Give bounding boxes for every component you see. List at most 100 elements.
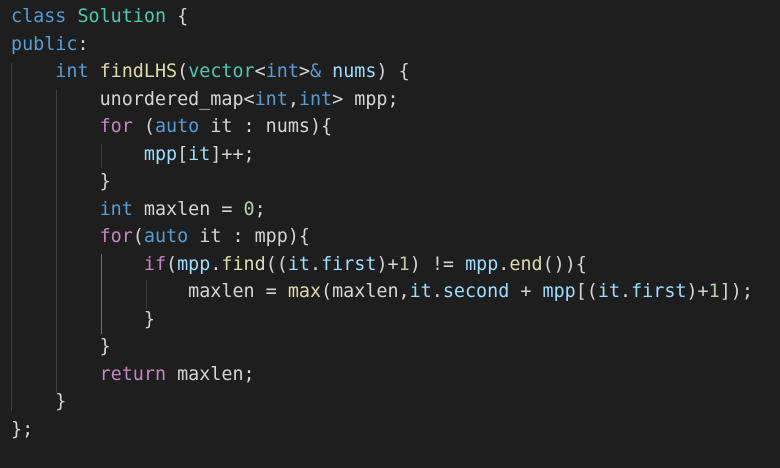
token-code-text: ( bbox=[132, 226, 144, 247]
token-code-text: )+ bbox=[376, 253, 399, 275]
token-keyword: int bbox=[99, 198, 133, 220]
token-control-keyword: if bbox=[143, 253, 167, 275]
token-code-text: . bbox=[310, 253, 322, 275]
token-code-text: ) != bbox=[409, 253, 466, 275]
token-code-text: } bbox=[11, 308, 155, 330]
code-line[interactable]: } bbox=[11, 168, 111, 196]
token-keyword: & bbox=[310, 61, 322, 82]
token-variable: it bbox=[409, 281, 432, 302]
code-line[interactable]: } bbox=[11, 388, 66, 416]
token-variable: nums bbox=[332, 61, 377, 82]
token-variable: mpp bbox=[542, 281, 576, 302]
token-code-text: [( bbox=[575, 281, 598, 302]
token-number-literal: 1 bbox=[708, 281, 720, 302]
token-code-text: maxlen = bbox=[11, 281, 288, 302]
token-code-text bbox=[11, 364, 100, 385]
token-code-text: . bbox=[498, 253, 510, 275]
token-code-text bbox=[11, 226, 100, 247]
token-code-text: + bbox=[509, 281, 543, 302]
code-line[interactable]: unordered_map<int,int> mpp; bbox=[11, 86, 399, 114]
token-code-text: (( bbox=[265, 253, 288, 275]
token-code-text: < bbox=[254, 61, 266, 82]
code-line[interactable]: int maxlen = 0; bbox=[11, 196, 266, 224]
token-code-text: > bbox=[298, 61, 310, 82]
token-code-text bbox=[11, 144, 144, 165]
token-code-text bbox=[321, 61, 332, 82]
token-number-literal: 0 bbox=[243, 198, 255, 220]
token-code-text: maxlen; bbox=[166, 363, 255, 385]
token-number-literal: 1 bbox=[398, 253, 410, 275]
code-line[interactable]: for(auto it : mpp){ bbox=[11, 223, 310, 251]
token-function-name: find bbox=[221, 253, 266, 275]
token-keyword: int bbox=[55, 61, 89, 82]
token-code-text: } bbox=[11, 391, 67, 412]
code-line[interactable]: }; bbox=[11, 416, 33, 444]
token-code-text: . bbox=[620, 281, 632, 302]
code-line[interactable]: if(mpp.find((it.first)+1) != mpp.end()){ bbox=[11, 251, 587, 279]
token-code-text: ; bbox=[254, 198, 266, 220]
token-variable: it bbox=[287, 253, 311, 275]
code-line[interactable]: int findLHS(vector<int>& nums) { bbox=[11, 58, 410, 86]
token-control-keyword: return bbox=[99, 363, 167, 385]
token-code-text: } bbox=[11, 171, 111, 192]
token-code-text: > mpp; bbox=[332, 88, 399, 110]
token-variable: first bbox=[321, 253, 377, 275]
token-code-text: it : mpp){ bbox=[188, 226, 310, 247]
code-line[interactable]: return maxlen; bbox=[11, 361, 255, 389]
token-type-name: vector bbox=[188, 61, 255, 82]
token-code-text: )+ bbox=[686, 281, 709, 302]
code-editor[interactable]: class Solution {public: int findLHS(vect… bbox=[0, 0, 780, 468]
token-function-name: findLHS bbox=[99, 61, 178, 82]
token-code-text: ]); bbox=[719, 281, 753, 302]
token-code-text: ()){ bbox=[542, 253, 587, 275]
token-control-keyword: for bbox=[99, 116, 133, 137]
token-code-text bbox=[89, 61, 100, 82]
token-code-text: , bbox=[287, 88, 299, 110]
token-code-text: it : nums){ bbox=[199, 116, 333, 137]
token-code-text: } bbox=[11, 336, 111, 357]
token-keyword: public bbox=[11, 33, 78, 55]
token-keyword: int bbox=[254, 88, 288, 110]
code-line[interactable]: maxlen = max(maxlen,it.second + mpp[(it.… bbox=[11, 278, 753, 306]
token-code-text bbox=[11, 61, 55, 82]
token-variable: mpp bbox=[465, 253, 499, 275]
token-variable: mpp bbox=[177, 253, 211, 275]
token-code-text bbox=[11, 116, 100, 137]
token-code-text: ( bbox=[166, 253, 178, 275]
token-variable: it bbox=[597, 281, 621, 302]
token-code-text bbox=[11, 199, 100, 220]
token-control-keyword: for bbox=[99, 226, 133, 247]
token-code-text: . bbox=[431, 281, 443, 302]
token-keyword: int bbox=[265, 61, 299, 82]
token-code-text bbox=[66, 6, 77, 27]
token-code-text: unordered_map< bbox=[11, 88, 255, 110]
token-code-text bbox=[11, 254, 144, 275]
token-code-text: ( bbox=[132, 116, 155, 137]
token-function-name: end bbox=[509, 253, 543, 275]
token-code-text: ]++; bbox=[210, 143, 255, 165]
token-variable: it bbox=[188, 143, 211, 165]
token-code-text: . bbox=[210, 253, 222, 275]
code-line[interactable]: } bbox=[11, 333, 111, 361]
token-code-text: (maxlen, bbox=[321, 281, 410, 302]
token-code-text: { bbox=[166, 6, 189, 27]
token-variable: mpp bbox=[143, 143, 178, 165]
code-line[interactable]: mpp[it]++; bbox=[11, 141, 255, 169]
token-variable: first bbox=[631, 281, 687, 302]
token-keyword: class bbox=[11, 6, 67, 27]
code-line[interactable]: for (auto it : nums){ bbox=[11, 113, 333, 141]
code-line[interactable]: public: bbox=[11, 31, 89, 59]
token-variable: second bbox=[442, 281, 510, 302]
token-type-name: Solution bbox=[77, 6, 167, 27]
token-keyword: int bbox=[298, 88, 333, 110]
token-keyword: auto bbox=[154, 116, 200, 137]
token-keyword: auto bbox=[143, 226, 189, 247]
token-code-text: : bbox=[77, 33, 89, 55]
token-code-text: ( bbox=[177, 61, 189, 82]
token-code-text: ) { bbox=[376, 61, 410, 82]
code-line[interactable]: } bbox=[11, 306, 155, 334]
code-line[interactable]: class Solution { bbox=[11, 3, 188, 31]
token-code-text: [ bbox=[177, 143, 189, 165]
token-function-name: max bbox=[287, 281, 322, 302]
token-code-text: maxlen = bbox=[132, 198, 244, 220]
